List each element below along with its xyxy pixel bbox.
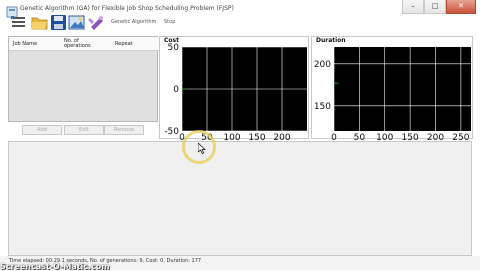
genetic-algorithm-button[interactable]: Genetic Algorithm [111, 19, 156, 25]
save-icon[interactable] [50, 14, 67, 31]
cost-y-tick-label: -50 [164, 127, 179, 137]
duration-chart: 050100150200250200150100 [314, 47, 471, 140]
cost-x-tick-label: 200 [273, 133, 290, 140]
close-button[interactable]: ✕ [446, 0, 476, 14]
cost-x-tick-label: 100 [223, 133, 240, 140]
column-job-name[interactable]: Job Name [13, 42, 37, 47]
cost-y-tick-label: 50 [168, 43, 180, 53]
edit-button[interactable]: Edit [64, 125, 104, 135]
title-bar: Genetic Algorithm (GA) for Flexible Job … [0, 0, 480, 34]
window-title: Genetic Algorithm (GA) for Flexible Job … [20, 5, 234, 12]
stop-button[interactable]: Stop [164, 19, 175, 25]
gear-icon[interactable] [88, 14, 105, 31]
jobs-table[interactable]: Job Name No. of operations Repeat [8, 36, 159, 122]
maximize-button[interactable]: □ [424, 0, 446, 14]
cost-y-tick-label: 0 [173, 85, 179, 95]
duration-x-tick-label: 200 [427, 133, 444, 140]
folder-open-icon[interactable] [31, 14, 48, 31]
jobs-table-header: Job Name No. of operations Repeat [9, 37, 159, 51]
mouse-pointer-icon [198, 143, 206, 154]
duration-x-tick-label: 100 [376, 133, 393, 140]
minimize-button[interactable]: – [402, 0, 424, 14]
duration-chart-panel: Duration 050100150200250200150100 [311, 36, 473, 140]
column-no-of-operations[interactable]: No. of operations [64, 39, 98, 49]
duration-x-tick-label: 0 [331, 133, 337, 140]
duration-y-tick-label: 150 [314, 102, 331, 112]
duration-x-tick-label: 250 [452, 133, 469, 140]
image-icon[interactable] [68, 14, 85, 31]
cost-chart: 0 50 100 150 200500-50 [164, 43, 307, 140]
list-icon[interactable] [10, 14, 27, 31]
cost-x-tick-label: 150 [248, 133, 265, 140]
duration-y-tick-label: 200 [314, 60, 331, 70]
cost-chart-panel: Cost 0 50 100 150 200 50 0 -50 [159, 36, 309, 140]
duration-x-tick-label: 50 [354, 133, 366, 140]
column-repeat[interactable]: Repeat [115, 42, 133, 47]
add-button[interactable]: Add [22, 125, 62, 135]
duration-plot-area [334, 47, 471, 131]
schedule-panel[interactable] [8, 141, 472, 256]
app-window: Genetic Algorithm (GA) for Flexible Job … [0, 0, 480, 271]
duration-x-tick-label: 150 [402, 133, 419, 140]
remove-button[interactable]: Remove [104, 125, 144, 135]
